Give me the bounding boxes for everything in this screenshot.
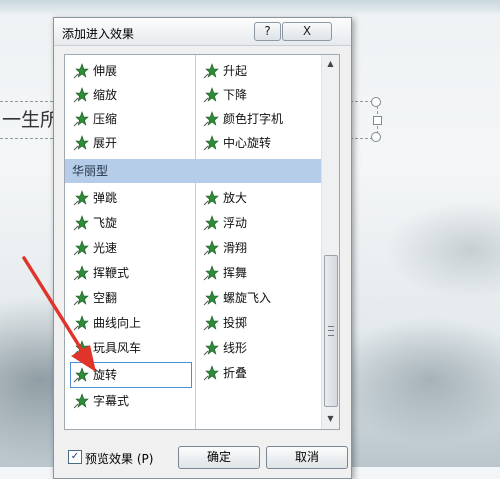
star-effect-icon — [73, 366, 89, 383]
preview-label: 预览效果 (P) — [85, 452, 154, 466]
effect-label: 飞旋 — [93, 216, 118, 230]
ribbon-edge — [0, 0, 500, 14]
effect-label: 线形 — [223, 341, 248, 355]
scroll-up-icon[interactable]: ▲ — [322, 55, 339, 72]
dialog-title: 添加进入效果 — [62, 27, 135, 41]
star-effect-icon — [203, 339, 219, 356]
star-effect-icon — [73, 289, 89, 306]
effect-item[interactable]: 升起 — [203, 59, 247, 83]
effect-item[interactable]: 投掷 — [203, 311, 247, 335]
effect-label: 螺旋飞入 — [223, 291, 272, 305]
effect-item[interactable]: 浮动 — [203, 211, 247, 235]
cancel-button[interactable]: 取消 — [266, 446, 348, 469]
effect-item[interactable]: 中心旋转 — [203, 131, 271, 155]
effect-label: 浮动 — [223, 216, 248, 230]
effect-item[interactable]: 挥舞 — [203, 261, 247, 285]
effects-list[interactable]: 伸展 缩放 压缩 展开 升起 下降 颜色打字机 中心旋转 华丽型 弹跳 飞旋 光… — [64, 54, 340, 430]
star-effect-icon — [73, 189, 89, 206]
star-effect-icon — [73, 392, 89, 409]
star-effect-icon — [73, 264, 89, 281]
add-entrance-effect-dialog: 添加进入效果 ? X 伸展 缩放 压缩 展开 升起 下降 颜色打字机 中心旋转 — [53, 17, 352, 479]
effect-item[interactable]: 曲线向上 — [73, 311, 141, 335]
star-effect-icon — [73, 239, 89, 256]
star-effect-icon — [73, 86, 89, 103]
star-effect-icon — [73, 110, 89, 127]
effect-label: 折叠 — [223, 366, 248, 380]
resize-handle[interactable] — [373, 116, 382, 125]
effect-item[interactable]: 空翻 — [73, 286, 117, 310]
star-effect-icon — [73, 62, 89, 79]
effect-label: 旋转 — [93, 368, 118, 382]
effect-label: 伸展 — [93, 64, 118, 78]
effect-label: 曲线向上 — [93, 316, 142, 330]
effect-label: 压缩 — [93, 112, 118, 126]
effect-label: 下降 — [223, 88, 248, 102]
star-effect-icon — [203, 86, 219, 103]
effect-item-selected[interactable]: 旋转 — [70, 362, 192, 388]
star-effect-icon — [203, 289, 219, 306]
resize-handle[interactable] — [371, 132, 381, 142]
effect-item[interactable]: 线形 — [203, 336, 247, 360]
star-effect-icon — [203, 364, 219, 381]
effect-item[interactable]: 玩具风车 — [73, 336, 141, 360]
close-button[interactable]: X — [282, 22, 332, 41]
effect-label: 空翻 — [93, 291, 118, 305]
slide-placeholder-text: 一生所 — [2, 109, 60, 131]
star-effect-icon — [203, 134, 219, 151]
effect-item[interactable]: 光速 — [73, 236, 117, 260]
effect-label: 放大 — [223, 191, 248, 205]
effect-label: 升起 — [223, 64, 248, 78]
star-effect-icon — [203, 62, 219, 79]
effect-label: 挥鞭式 — [93, 266, 130, 280]
effect-item[interactable]: 缩放 — [73, 83, 117, 107]
column-divider — [195, 55, 196, 429]
scroll-thumb[interactable] — [324, 255, 338, 407]
star-effect-icon — [73, 214, 89, 231]
effect-item[interactable]: 螺旋飞入 — [203, 286, 271, 310]
group-header-fancy: 华丽型 — [65, 159, 321, 183]
star-effect-icon — [203, 214, 219, 231]
effect-item[interactable]: 下降 — [203, 83, 247, 107]
effect-item[interactable]: 折叠 — [203, 361, 247, 385]
effect-item[interactable]: 放大 — [203, 186, 247, 210]
effect-item[interactable]: 颜色打字机 — [203, 107, 283, 131]
effect-label: 中心旋转 — [223, 136, 272, 150]
list-scrollbar[interactable]: ▲ ▼ — [321, 55, 339, 429]
star-effect-icon — [203, 264, 219, 281]
effect-item[interactable]: 压缩 — [73, 107, 117, 131]
star-effect-icon — [203, 110, 219, 127]
star-effect-icon — [73, 339, 89, 356]
effect-label: 颜色打字机 — [223, 112, 284, 126]
effect-item[interactable]: 弹跳 — [73, 186, 117, 210]
effect-item[interactable]: 滑翔 — [203, 236, 247, 260]
effect-item[interactable]: 挥鞭式 — [73, 261, 129, 285]
grip-icon — [328, 326, 334, 336]
star-effect-icon — [203, 189, 219, 206]
effect-label: 展开 — [93, 136, 118, 150]
effect-item[interactable]: 字幕式 — [73, 389, 129, 413]
preview-checkbox[interactable]: ✓ — [68, 450, 82, 464]
effect-label: 挥舞 — [223, 266, 248, 280]
scroll-down-icon[interactable]: ▼ — [322, 410, 339, 427]
dialog-titlebar: 添加进入效果 ? X — [54, 18, 351, 46]
star-effect-icon — [73, 134, 89, 151]
effect-item[interactable]: 展开 — [73, 131, 117, 155]
effect-label: 滑翔 — [223, 241, 248, 255]
effect-label: 光速 — [93, 241, 118, 255]
ok-button[interactable]: 确定 — [178, 446, 260, 469]
effect-label: 缩放 — [93, 88, 118, 102]
effect-label: 字幕式 — [93, 394, 130, 408]
star-effect-icon — [203, 314, 219, 331]
effect-item[interactable]: 飞旋 — [73, 211, 117, 235]
effect-label: 玩具风车 — [93, 341, 142, 355]
effect-item[interactable]: 伸展 — [73, 59, 117, 83]
star-effect-icon — [73, 314, 89, 331]
effect-label: 弹跳 — [93, 191, 118, 205]
star-effect-icon — [203, 239, 219, 256]
help-button[interactable]: ? — [254, 22, 281, 41]
effect-label: 投掷 — [223, 316, 248, 330]
resize-handle[interactable] — [371, 97, 381, 107]
